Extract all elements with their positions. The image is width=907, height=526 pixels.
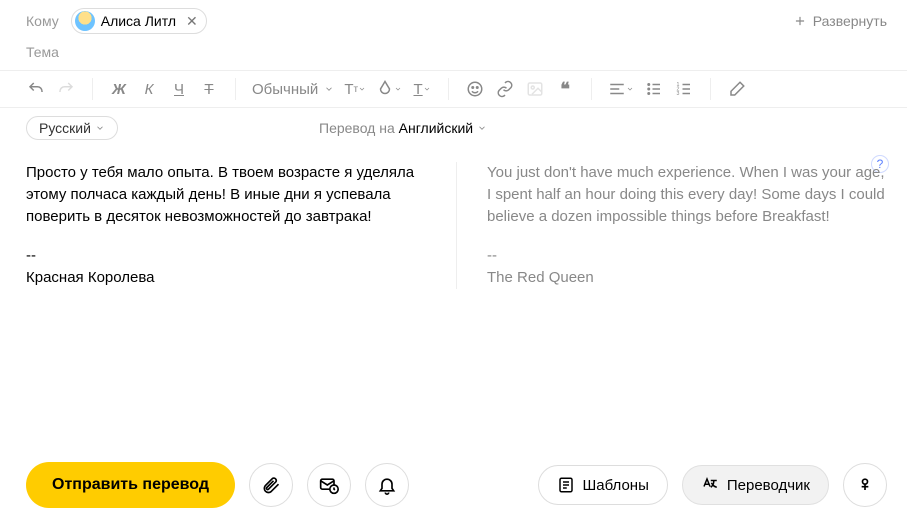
quote-button[interactable]: ❝ bbox=[555, 77, 575, 101]
highlight-button[interactable]: Т bbox=[412, 77, 432, 101]
emoji-icon bbox=[466, 80, 484, 98]
paragraph-style-label: Обычный bbox=[252, 81, 318, 98]
translator-label: Переводчик bbox=[727, 477, 810, 494]
expand-label: Развернуть bbox=[813, 13, 887, 29]
chevron-down-icon bbox=[477, 123, 487, 133]
translation-signature: The Red Queen bbox=[487, 267, 887, 289]
align-button[interactable] bbox=[608, 77, 634, 101]
chevron-down-icon bbox=[358, 85, 366, 93]
source-sig-dash: -- bbox=[26, 245, 426, 267]
font-size-button[interactable]: Tт bbox=[344, 77, 366, 101]
bell-icon bbox=[377, 475, 397, 495]
source-body-text: Просто у тебя мало опыта. В твоем возрас… bbox=[26, 162, 426, 227]
link-button[interactable] bbox=[495, 77, 515, 101]
translate-to-prefix: Перевод на bbox=[319, 120, 395, 136]
recipient-chip[interactable]: Алиса Литл ✕ bbox=[71, 8, 207, 34]
translation-body-text: You just don't have much experience. Whe… bbox=[487, 162, 887, 227]
source-signature: Красная Королева bbox=[26, 267, 426, 289]
expand-button[interactable]: Развернуть bbox=[793, 13, 887, 29]
signature-button[interactable] bbox=[843, 463, 887, 507]
image-button[interactable] bbox=[525, 77, 545, 101]
send-translation-button[interactable]: Отправить перевод bbox=[26, 462, 235, 508]
undo-icon bbox=[27, 80, 45, 98]
translator-toggle-button[interactable]: Переводчик bbox=[682, 465, 829, 505]
templates-button[interactable]: Шаблоны bbox=[538, 465, 668, 505]
redo-button[interactable] bbox=[56, 77, 76, 101]
underline-button[interactable]: Ч bbox=[169, 77, 189, 101]
translate-icon bbox=[701, 476, 719, 494]
bullet-list-icon bbox=[645, 80, 663, 98]
image-icon bbox=[526, 80, 544, 98]
text-color-button[interactable] bbox=[376, 77, 402, 101]
reminder-button[interactable] bbox=[365, 463, 409, 507]
svg-text:3: 3 bbox=[677, 91, 680, 97]
italic-button[interactable]: К bbox=[139, 77, 159, 101]
source-language-label: Русский bbox=[39, 120, 91, 136]
target-language-label: Английский bbox=[399, 120, 473, 136]
chevron-down-icon bbox=[626, 85, 634, 93]
align-left-icon bbox=[608, 80, 626, 98]
templates-label: Шаблоны bbox=[583, 477, 649, 494]
source-language-chip[interactable]: Русский bbox=[26, 116, 118, 140]
redo-icon bbox=[57, 80, 75, 98]
signature-icon bbox=[855, 475, 875, 495]
paperclip-icon bbox=[261, 475, 281, 495]
paragraph-style-select[interactable]: Обычный bbox=[252, 81, 334, 98]
chevron-down-icon bbox=[324, 84, 334, 94]
subject-label[interactable]: Тема bbox=[26, 44, 59, 60]
bullet-list-button[interactable] bbox=[644, 77, 664, 101]
target-language-select[interactable]: Перевод на Английский bbox=[319, 120, 487, 136]
paint-icon bbox=[376, 80, 394, 98]
schedule-button[interactable] bbox=[307, 463, 351, 507]
bold-button[interactable]: Ж bbox=[109, 77, 129, 101]
strike-button[interactable]: Т bbox=[199, 77, 219, 101]
numbered-list-icon: 123 bbox=[675, 80, 693, 98]
link-icon bbox=[496, 80, 514, 98]
translation-sig-dash: -- bbox=[487, 245, 887, 267]
emoji-button[interactable] bbox=[465, 77, 485, 101]
plus-icon bbox=[793, 14, 807, 28]
editor-toolbar: Ж К Ч Т Обычный Tт Т ❝ 123 bbox=[0, 70, 907, 108]
eraser-button[interactable] bbox=[727, 77, 747, 101]
translation-text-pane: You just don't have much experience. Whe… bbox=[456, 162, 887, 289]
recipient-name: Алиса Литл bbox=[101, 13, 176, 29]
undo-button[interactable] bbox=[26, 77, 46, 101]
templates-icon bbox=[557, 476, 575, 494]
attach-button[interactable] bbox=[249, 463, 293, 507]
chevron-down-icon bbox=[95, 123, 105, 133]
numbered-list-button[interactable]: 123 bbox=[674, 77, 694, 101]
chip-close-icon[interactable]: ✕ bbox=[186, 14, 198, 28]
to-label: Кому bbox=[26, 13, 59, 29]
source-text-pane[interactable]: Просто у тебя мало опыта. В твоем возрас… bbox=[26, 162, 426, 289]
recipient-avatar bbox=[75, 11, 95, 31]
chevron-down-icon bbox=[394, 85, 402, 93]
envelope-clock-icon bbox=[319, 475, 339, 495]
chevron-down-icon bbox=[423, 85, 431, 93]
eraser-icon bbox=[728, 80, 746, 98]
